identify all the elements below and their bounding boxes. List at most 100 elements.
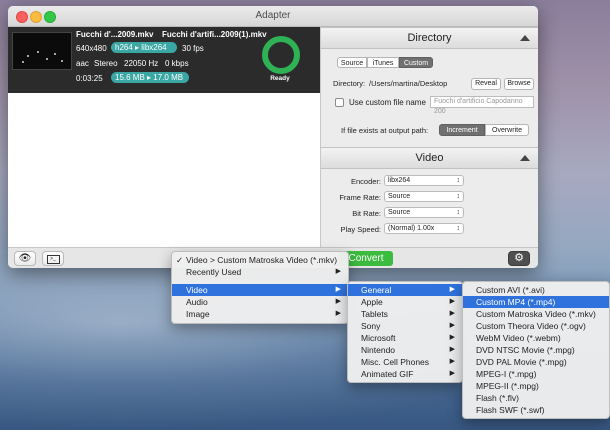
menu-item-current-format[interactable]: ✓ Video > Custom Matroska Video (*.mkv) — [172, 254, 348, 266]
log-button[interactable]: >_ — [42, 251, 64, 266]
audio-channels-label: Stereo — [94, 59, 118, 68]
menu-item-audio[interactable]: Audio ▶ — [172, 296, 348, 308]
up-down-arrows-icon: ↕ — [456, 209, 461, 216]
bit-rate-value: Source — [388, 209, 411, 216]
video-thumbnail — [12, 32, 72, 70]
directory-section-header[interactable]: Directory — [321, 27, 538, 49]
menu-item-label: Sony — [361, 321, 381, 331]
codec-out-label: libx264 — [141, 43, 167, 52]
menu-item-tablets[interactable]: Tablets ▶ — [348, 308, 462, 320]
arrow-right-icon: ▸ — [135, 43, 140, 52]
output-file-name: Fucchi d'artifi...2009(1).mkv — [162, 30, 267, 39]
title-bar: Adapter — [8, 6, 538, 27]
submenu-arrow-icon: ▶ — [449, 346, 455, 353]
encoder-select[interactable]: libx264 ↕ — [384, 175, 464, 186]
source-file-name: Fucchi d'...2009.mkv — [76, 30, 154, 39]
tab-source[interactable]: Source — [337, 57, 367, 68]
menu-item-format[interactable]: Custom Matroska Video (*.mkv) — [463, 308, 609, 320]
up-down-arrows-icon: ↕ — [456, 177, 461, 184]
menu-item-animated-gif[interactable]: Animated GIF ▶ — [348, 368, 462, 380]
submenu-arrow-icon: ▶ — [449, 322, 455, 329]
exists-label: If file exists at output path: — [341, 126, 429, 135]
menu-item-label: Microsoft — [361, 333, 396, 343]
browse-button[interactable]: Browse — [504, 78, 534, 90]
file-list: Fucchi d'...2009.mkv Fucchi d'artifi...2… — [8, 27, 321, 247]
menu-item-label: Nintendo — [361, 345, 396, 355]
custom-name-checkbox[interactable] — [335, 98, 344, 107]
menu-item-format[interactable]: DVD NTSC Movie (*.mpg) — [463, 344, 609, 356]
menu-item-format[interactable]: DVD PAL Movie (*.mpg) — [463, 356, 609, 368]
video-section-header[interactable]: Video — [321, 147, 538, 169]
status-label: Ready — [270, 75, 290, 82]
menu-item-general[interactable]: General ▶ — [348, 284, 462, 296]
size-in-label: 15.6 MB — [115, 73, 145, 82]
format-submenu: Custom AVI (*.avi) Custom MP4 (*.mp4) Cu… — [462, 281, 610, 419]
bit-rate-select[interactable]: Source ↕ — [384, 207, 464, 218]
menu-item-label: Apple — [361, 297, 383, 307]
arrow-right-icon: ▸ — [147, 73, 152, 82]
menu-item-image[interactable]: Image ▶ — [172, 308, 348, 320]
menu-item-format[interactable]: Flash (*.flv) — [463, 392, 609, 404]
frame-rate-label: Frame Rate: — [339, 193, 381, 202]
submenu-arrow-icon: ▶ — [335, 310, 341, 317]
menu-item-format[interactable]: WebM Video (*.webm) — [463, 332, 609, 344]
menu-item-nintendo[interactable]: Nintendo ▶ — [348, 344, 462, 356]
custom-name-label: Use custom file name — [349, 98, 426, 107]
submenu-arrow-icon: ▶ — [335, 298, 341, 305]
menu-item-microsoft[interactable]: Microsoft ▶ — [348, 332, 462, 344]
play-speed-label: Play Speed: — [340, 225, 381, 234]
gear-icon: ⚙ — [514, 252, 524, 264]
menu-item-label: Tablets — [361, 309, 388, 319]
menu-item-format[interactable]: MPEG-I (*.mpg) — [463, 368, 609, 380]
menu-item-label: General — [361, 285, 392, 295]
progress-ring-icon — [262, 36, 300, 74]
checkmark-icon: ✓ — [176, 255, 184, 265]
reveal-button[interactable]: Reveal — [471, 78, 501, 90]
menu-item-sony[interactable]: Sony ▶ — [348, 320, 462, 332]
fps-label: 30 fps — [182, 44, 204, 53]
frame-rate-select[interactable]: Source ↕ — [384, 191, 464, 202]
preview-button[interactable]: 👁 — [14, 251, 36, 266]
submenu-arrow-icon: ▶ — [335, 286, 341, 293]
tab-custom[interactable]: Custom — [399, 57, 433, 68]
file-row[interactable]: Fucchi d'...2009.mkv Fucchi d'artifi...2… — [8, 27, 320, 93]
settings-button[interactable]: ⚙ — [508, 251, 530, 266]
increment-option[interactable]: Increment — [439, 124, 485, 136]
menu-item-apple[interactable]: Apple ▶ — [348, 296, 462, 308]
menu-item-label: Video > Custom Matroska Video (*.mkv) — [186, 255, 338, 265]
submenu-arrow-icon: ▶ — [449, 370, 455, 377]
audio-bitrate-label: 0 kbps — [165, 59, 189, 68]
size-out-label: 17.0 MB — [153, 73, 184, 82]
overwrite-option[interactable]: Overwrite — [485, 124, 529, 136]
encoder-value: libx264 — [388, 177, 411, 184]
category-menu: General ▶ Apple ▶ Tablets ▶ Sony ▶ Microsoft… — [347, 281, 463, 383]
menu-item-label: Misc. Cell Phones — [361, 357, 430, 367]
codec-in-label: h264 — [115, 43, 133, 52]
submenu-arrow-icon: ▶ — [449, 334, 455, 341]
submenu-arrow-icon: ▶ — [449, 298, 455, 305]
menu-item-misc-cell-phones[interactable]: Misc. Cell Phones ▶ — [348, 356, 462, 368]
menu-item-label: Audio — [186, 297, 208, 307]
submenu-arrow-icon: ▶ — [449, 358, 455, 365]
tab-itunes[interactable]: iTunes — [367, 57, 399, 68]
menu-item-recently-used[interactable]: Recently Used ▶ — [172, 266, 348, 278]
format-menu: ✓ Video > Custom Matroska Video (*.mkv) … — [171, 251, 349, 324]
menu-item-label: Image — [186, 309, 210, 319]
play-speed-select[interactable]: (Normal) 1.00x ↕ — [384, 223, 464, 234]
menu-item-format[interactable]: Flash SWF (*.swf) — [463, 404, 609, 416]
encoder-label: Encoder: — [350, 177, 381, 186]
menu-item-label: Recently Used — [186, 267, 242, 277]
menu-item-format[interactable]: MPEG-II (*.mpg) — [463, 380, 609, 392]
menu-item-format[interactable]: Custom Theora Video (*.ogv) — [463, 320, 609, 332]
menu-item-format[interactable]: Custom MP4 (*.mp4) — [463, 296, 609, 308]
terminal-icon: >_ — [46, 255, 60, 264]
collapse-triangle-icon[interactable] — [520, 35, 530, 41]
custom-name-field[interactable]: Fuochi d'artificio Capodanno 200 — [430, 96, 534, 115]
directory-label: Directory: — [333, 79, 366, 88]
menu-item-format[interactable]: Custom AVI (*.avi) — [463, 284, 609, 296]
video-header-label: Video — [415, 152, 444, 164]
submenu-arrow-icon: ▶ — [449, 286, 455, 293]
collapse-triangle-icon[interactable] — [520, 155, 530, 161]
up-down-arrows-icon: ↕ — [456, 225, 461, 232]
menu-item-video[interactable]: Video ▶ — [172, 284, 348, 296]
